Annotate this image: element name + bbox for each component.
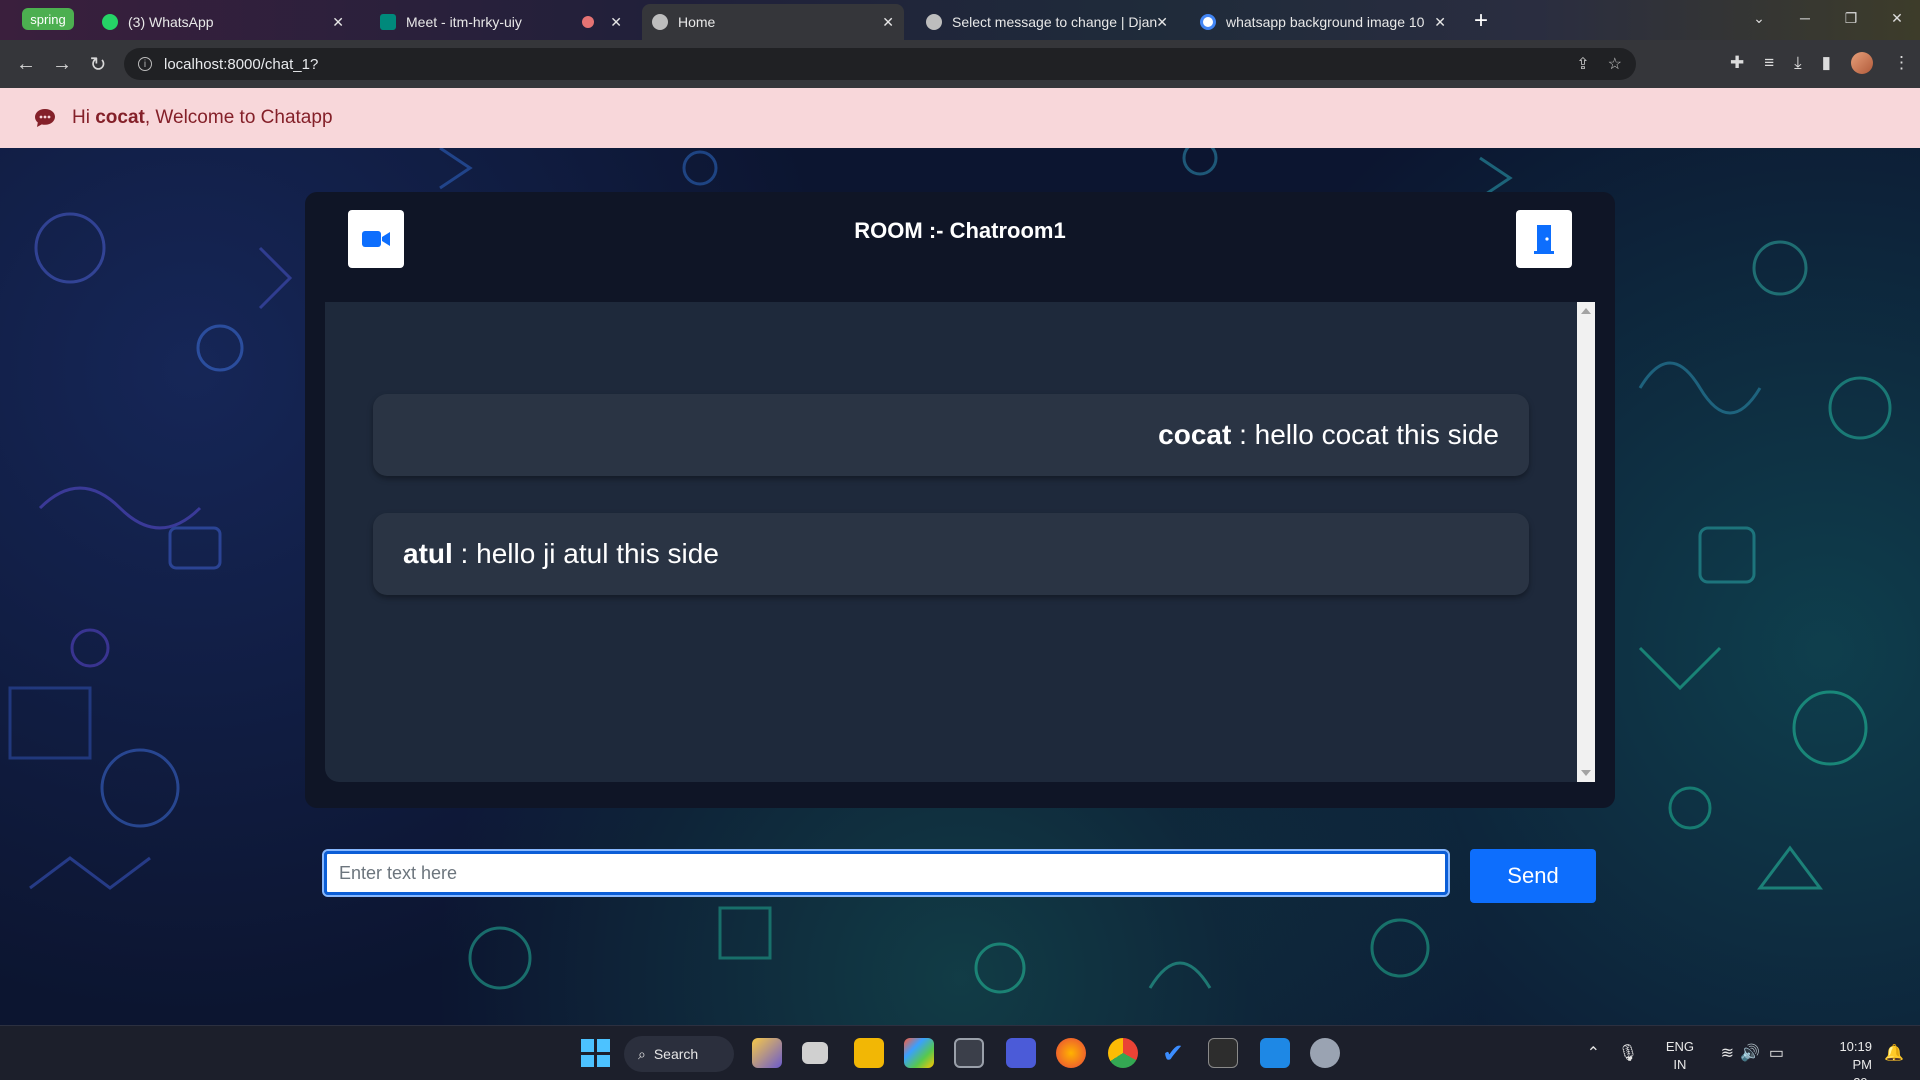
side-panel-icon[interactable]: ▮ (1822, 53, 1831, 73)
new-tab-button[interactable]: + (1466, 6, 1496, 36)
welcome-alert: Hi cocat , Welcome to Chatapp (0, 88, 1920, 148)
task-view-icon[interactable] (802, 1042, 828, 1064)
region-code: IN (1673, 1057, 1687, 1072)
battery-icon[interactable]: ▭ (1769, 1043, 1784, 1063)
widgets-icon[interactable] (752, 1038, 782, 1068)
google-icon (1200, 14, 1216, 30)
tab-title: whatsapp background image 10 (1226, 14, 1425, 30)
show-hidden-icons-chevron-icon[interactable]: ⌃ (1587, 1043, 1600, 1063)
windows-start-icon[interactable] (580, 1038, 610, 1068)
message-bubble-other: atul : hello ji atul this side (373, 513, 1529, 595)
record-icon (582, 16, 594, 28)
welcome-username: cocat (95, 107, 145, 128)
extension-bar: ✚ ≡ ⤓ ▮ ⋮ (1730, 52, 1910, 74)
taskbar-search-button[interactable]: ⌕ Search (624, 1036, 734, 1072)
tab-whatsapp[interactable]: (3) WhatsApp ✕ (92, 4, 354, 40)
search-icon: ⌕ (638, 1045, 646, 1062)
message-list: cocat : hello cocat this side atul : hel… (325, 302, 1595, 782)
welcome-prefix: Hi (72, 107, 96, 128)
restore-button[interactable]: ❐ (1828, 0, 1874, 36)
windows-taskbar: ⌕ Search ✔ ⌃ 🎙 ENG IN ≋ 🔊 ▭ 10:19 PM 29-… (0, 1025, 1920, 1080)
message-scrollbar[interactable] (1577, 302, 1595, 782)
media-queue-icon[interactable]: ≡ (1764, 53, 1774, 73)
back-arrow-icon[interactable]: ← (14, 52, 38, 76)
address-bar[interactable]: i localhost:8000/chat_1? ⇪ ☆ (124, 48, 1636, 80)
meet-favicon-icon (380, 14, 396, 30)
message-sender: cocat (1158, 419, 1232, 450)
chat-bubble-icon (35, 109, 55, 127)
scroll-up-icon[interactable] (1581, 308, 1591, 314)
microsoft-store-icon[interactable] (904, 1038, 934, 1068)
clock-date: 29-01-2024 (1839, 1074, 1872, 1080)
vscode-icon[interactable] (1260, 1038, 1290, 1068)
forward-arrow-icon[interactable]: → (50, 52, 74, 76)
extensions-puzzle-icon[interactable]: ✚ (1730, 53, 1744, 73)
ide-app-icon[interactable] (1006, 1038, 1036, 1068)
language-code: ENG (1665, 1039, 1694, 1054)
close-window-button[interactable]: ✕ (1874, 0, 1920, 36)
tab-title: (3) WhatsApp (128, 14, 214, 30)
whatsapp-favicon-icon (102, 14, 118, 30)
tab-django-admin[interactable]: Select message to change | Djan ✕ (916, 4, 1178, 40)
menu-kebab-icon[interactable]: ⋮ (1893, 53, 1910, 73)
tab-search-icon[interactable]: ⌄ (1736, 0, 1782, 36)
tab-meet[interactable]: Meet - itm-hrky-uiy (370, 4, 550, 40)
file-explorer-icon[interactable] (854, 1038, 884, 1068)
app-hexagon-icon[interactable] (954, 1038, 984, 1068)
globe-icon (926, 14, 942, 30)
profile-avatar[interactable] (1851, 52, 1873, 74)
send-button[interactable]: Send (1470, 849, 1596, 903)
tab-title: Home (678, 14, 716, 30)
terminal-icon[interactable] (1208, 1038, 1238, 1068)
share-icon[interactable]: ⇪ (1576, 54, 1589, 74)
scroll-down-icon[interactable] (1581, 770, 1591, 776)
tab-title: Meet - itm-hrky-uiy (406, 14, 522, 30)
tab-google-search[interactable]: whatsapp background image 10 ✕ (1190, 4, 1456, 40)
tab-recording[interactable]: ✕ (572, 4, 632, 40)
input-language[interactable]: ENG IN (1666, 1038, 1694, 1074)
close-tab-icon[interactable]: ✕ (1434, 14, 1446, 31)
volume-icon[interactable]: 🔊 (1740, 1043, 1760, 1063)
clock[interactable]: 10:19 PM 29-01-2024 (1839, 1038, 1872, 1080)
close-tab-icon[interactable]: ✕ (1156, 14, 1168, 31)
wifi-icon[interactable]: ≋ (1721, 1043, 1734, 1063)
download-icon[interactable]: ⤓ (1794, 53, 1802, 73)
room-title: ROOM :- Chatroom1 (854, 218, 1066, 243)
taskbar-search-label: Search (653, 1046, 699, 1062)
message-composer: Send (322, 849, 1596, 903)
microphone-icon[interactable]: 🎙 (1618, 1043, 1638, 1063)
minimize-button[interactable]: ─ (1782, 0, 1828, 36)
tab-group-label[interactable]: spring (22, 8, 74, 30)
todo-check-icon[interactable]: ✔ (1158, 1038, 1188, 1068)
chrome-icon[interactable] (1108, 1038, 1138, 1068)
page-viewport: Hi cocat , Welcome to Chatapp ROOM :- Ch… (0, 88, 1920, 1025)
tab-home-active[interactable]: Home ✕ (642, 4, 904, 40)
message-separator: : (1231, 419, 1255, 450)
bookmark-star-icon[interactable]: ☆ (1608, 54, 1622, 74)
url-text: localhost:8000/chat_1? (164, 55, 319, 73)
message-text: hello cocat this side (1254, 419, 1499, 450)
site-info-icon[interactable]: i (138, 57, 152, 71)
close-tab-icon[interactable]: ✕ (610, 14, 622, 31)
browser-toolbar: ← → ↻ i localhost:8000/chat_1? ⇪ ☆ ✚ ≡ ⤓… (0, 40, 1920, 88)
close-tab-icon[interactable]: ✕ (882, 14, 894, 31)
welcome-suffix: , Welcome to Chatapp (144, 107, 333, 128)
message-text: hello ji atul this side (476, 538, 719, 569)
clock-time: 10:19 PM (1839, 1039, 1872, 1072)
message-separator: : (452, 538, 477, 569)
tab-title: Select message to change | Djan (952, 14, 1158, 30)
close-tab-icon[interactable]: ✕ (332, 14, 344, 31)
globe-icon (652, 14, 668, 30)
notification-bell-icon[interactable]: 🔔 (1884, 1043, 1904, 1063)
message-input[interactable] (322, 849, 1450, 897)
reload-icon[interactable]: ↻ (86, 52, 110, 76)
message-bubble-own: cocat : hello cocat this side (373, 394, 1529, 476)
firefox-icon[interactable] (1056, 1038, 1086, 1068)
browser-tab-strip: spring (3) WhatsApp ✕ Meet - itm-hrky-ui… (0, 0, 1920, 40)
window-controls: ⌄ ─ ❐ ✕ (1736, 0, 1920, 36)
message-sender: atul (403, 538, 453, 569)
settings-gear-icon[interactable] (1310, 1038, 1340, 1068)
